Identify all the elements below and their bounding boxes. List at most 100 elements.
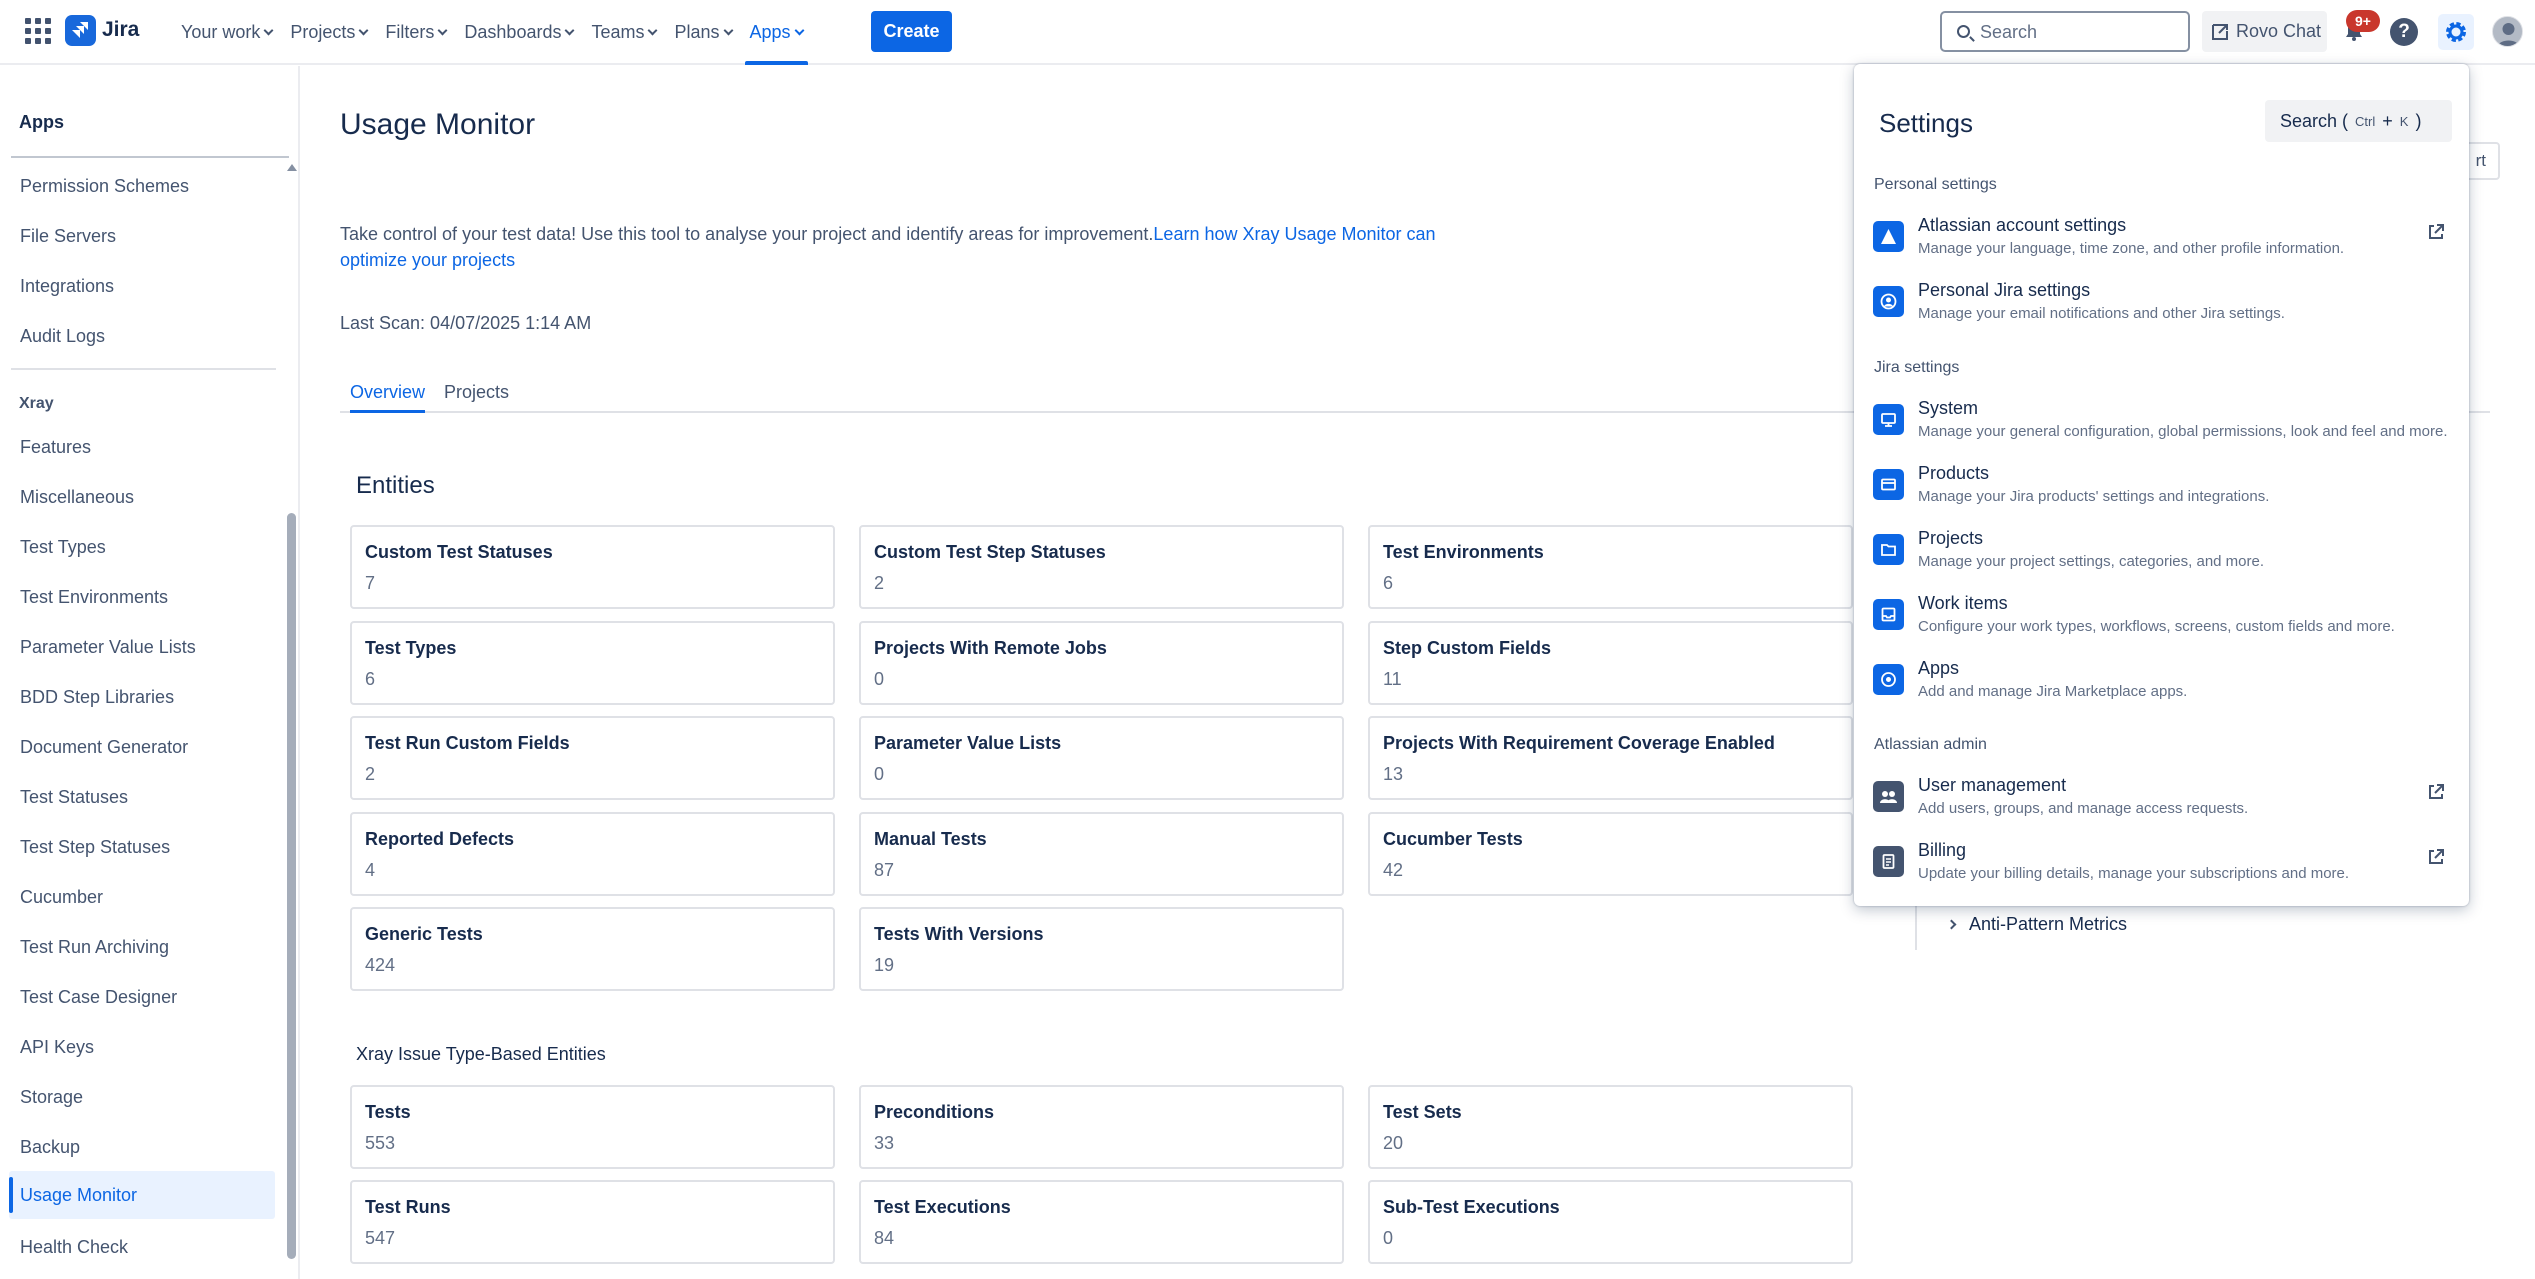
sidebar-item-miscellaneous[interactable]: Miscellaneous [9, 475, 275, 519]
issue-entity-card: Test Executions 84 [859, 1180, 1344, 1264]
nav-apps[interactable]: Apps [741, 0, 812, 65]
nav-plans[interactable]: Plans [665, 0, 740, 65]
settings-title: Settings [1879, 108, 1973, 138]
person-icon [1873, 286, 1904, 317]
settings-gear-icon[interactable] [2438, 14, 2474, 50]
page-title: Usage Monitor [340, 108, 536, 141]
user-avatar[interactable] [2492, 16, 2523, 47]
ctrl-key: Ctrl [2355, 113, 2376, 129]
nav-filters[interactable]: Filters [376, 0, 455, 65]
issue-entity-card: Test Sets 20 [1368, 1085, 1853, 1169]
entity-card: Tests With Versions 19 [859, 907, 1344, 991]
settings-item-personal-jira[interactable]: Personal Jira settings Manage your email… [1869, 278, 2454, 336]
search-input[interactable] [1980, 21, 2180, 43]
notification-badge: 9+ [2346, 10, 2380, 32]
entity-card: Manual Tests 87 [859, 812, 1344, 896]
rovo-chat-label: Rovo Chat [2236, 21, 2322, 41]
tab-projects[interactable]: Projects [444, 382, 509, 411]
settings-search-button[interactable]: Search ( Ctrl + K ) [2265, 100, 2452, 142]
sidebar-item-storage[interactable]: Storage [9, 1075, 275, 1119]
entity-card: Generic Tests 424 [350, 907, 835, 991]
entity-card: Projects With Remote Jobs 0 [859, 621, 1344, 705]
settings-item-atlassian-account[interactable]: Atlassian account settings Manage your l… [1869, 213, 2454, 271]
jira-settings-label: Jira settings [1874, 359, 1960, 376]
sidebar-item-parameter-value-lists[interactable]: Parameter Value Lists [9, 625, 275, 669]
settings-item-apps[interactable]: Apps Add and manage Jira Marketplace app… [1869, 656, 2454, 714]
entity-card: Step Custom Fields 11 [1368, 621, 1853, 705]
external-link-icon [2429, 784, 2444, 799]
chevron-down-icon [794, 25, 804, 35]
k-key: K [2399, 113, 2409, 129]
help-icon[interactable]: ? [2390, 18, 2418, 46]
entity-card: Projects With Requirement Coverage Enabl… [1368, 716, 1853, 800]
entity-card: Cucumber Tests 42 [1368, 812, 1853, 896]
issue-entity-card: Sub-Test Executions 0 [1368, 1180, 1853, 1264]
settings-item-billing[interactable]: Billing Update your billing details, man… [1869, 838, 2454, 896]
nav-teams[interactable]: Teams [582, 0, 665, 65]
settings-item-work-items[interactable]: Work items Configure your work types, wo… [1869, 591, 2454, 649]
sidebar-scrollbar-thumb[interactable] [287, 513, 296, 1259]
entities-heading: Entities [356, 472, 435, 499]
nav-your-work[interactable]: Your work [172, 0, 281, 65]
jira-logo-text[interactable]: Jira [102, 18, 139, 42]
scroll-up-arrow-icon[interactable] [287, 164, 297, 171]
sidebar-item-file-servers[interactable]: File Servers [9, 214, 275, 258]
issue-entity-card: Preconditions 33 [859, 1085, 1344, 1169]
chevron-right-icon [1946, 919, 1957, 930]
rovo-chat-button[interactable]: Rovo Chat [2202, 11, 2327, 52]
sidebar-item-test-statuses[interactable]: Test Statuses [9, 775, 275, 819]
create-button[interactable]: Create [871, 11, 952, 52]
apps-circle-icon [1873, 664, 1904, 695]
entity-card: Test Types 6 [350, 621, 835, 705]
sidebar-item-audit-logs[interactable]: Audit Logs [9, 314, 275, 358]
external-link-icon [2429, 224, 2444, 239]
global-search[interactable] [1940, 11, 2190, 52]
tab-overview[interactable]: Overview [350, 382, 426, 413]
rovo-chat-icon [2212, 23, 2228, 40]
sidebar-item-document-generator[interactable]: Document Generator [9, 725, 275, 769]
sidebar-item-backup[interactable]: Backup [9, 1125, 275, 1169]
sidebar-item-usage-monitor[interactable]: Usage Monitor [9, 1171, 275, 1219]
sidebar-item-integrations[interactable]: Integrations [9, 264, 275, 308]
sidebar-item-bdd-step-libraries[interactable]: BDD Step Libraries [9, 675, 275, 719]
sidebar-group-xray: Xray [19, 395, 54, 412]
nav-projects[interactable]: Projects [281, 0, 376, 65]
jira-logo-icon[interactable] [65, 15, 96, 46]
tray-icon [1873, 599, 1904, 630]
sidebar-item-permission-schemes[interactable]: Permission Schemes [9, 164, 275, 208]
sidebar-item-test-environments[interactable]: Test Environments [9, 575, 275, 619]
sidebar-item-test-step-statuses[interactable]: Test Step Statuses [9, 825, 275, 869]
anti-pattern-metrics-toggle[interactable]: Anti-Pattern Metrics [1946, 914, 2127, 935]
settings-item-user-management[interactable]: User management Add users, groups, and m… [1869, 773, 2454, 831]
entity-card: Test Run Custom Fields 2 [350, 716, 835, 800]
sidebar-item-test-types[interactable]: Test Types [9, 525, 275, 569]
app-switcher-icon[interactable] [25, 18, 51, 44]
sidebar-header: Apps [19, 112, 64, 132]
chevron-down-icon [437, 25, 448, 35]
sidebar-item-features[interactable]: Features [9, 425, 275, 469]
sidebar-item-api-keys[interactable]: API Keys [9, 1025, 275, 1069]
nav-dashboards[interactable]: Dashboards [455, 0, 582, 65]
entity-card: Parameter Value Lists 0 [859, 716, 1344, 800]
sidebar-item-test-run-archiving[interactable]: Test Run Archiving [9, 925, 275, 969]
sidebar-divider [11, 368, 276, 370]
sidebar-item-test-case-designer[interactable]: Test Case Designer [9, 975, 275, 1019]
external-link-icon [2429, 849, 2444, 864]
sidebar-item-health-check[interactable]: Health Check [9, 1225, 275, 1269]
card-icon [1873, 469, 1904, 500]
chevron-down-icon [723, 25, 733, 35]
settings-item-system[interactable]: System Manage your general configuration… [1869, 396, 2454, 454]
issue-entity-card: Tests 553 [350, 1085, 835, 1169]
chevron-down-icon [648, 25, 658, 35]
settings-dropdown: Settings Search ( Ctrl + K ) Personal se… [1854, 64, 2469, 906]
search-icon [1957, 25, 1970, 38]
sidebar: Apps Permission Schemes File Servers Int… [0, 66, 300, 1279]
sidebar-header-divider [11, 156, 289, 158]
settings-item-products[interactable]: Products Manage your Jira products' sett… [1869, 461, 2454, 519]
monitor-icon [1873, 404, 1904, 435]
sidebar-item-cucumber[interactable]: Cucumber [9, 875, 275, 919]
last-scan-timestamp: Last Scan: 04/07/2025 1:14 AM [340, 313, 592, 333]
page-description: Take control of your test data! Use this… [340, 224, 1436, 270]
entity-card: Custom Test Step Statuses 2 [859, 525, 1344, 609]
settings-item-projects[interactable]: Projects Manage your project settings, c… [1869, 526, 2454, 584]
